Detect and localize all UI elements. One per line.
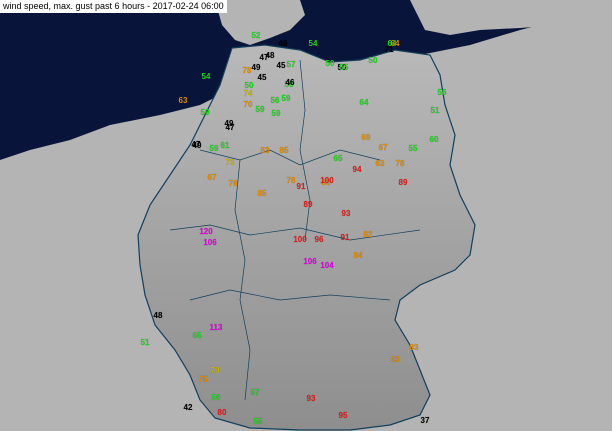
station-gust-value: 85 [258, 189, 267, 198]
station-gust-value: 69 [362, 133, 371, 142]
station-gust-value: 63 [179, 96, 188, 105]
station-gust-value: 59 [282, 94, 291, 103]
station-gust-value: 93 [307, 394, 316, 403]
station-gust-value: 70 [244, 100, 253, 109]
station-gust-value: 91 [297, 182, 306, 191]
station-gust-value: 74 [244, 89, 253, 98]
station-gust-value: 46 [279, 39, 288, 48]
station-gust-value: 50 [326, 59, 335, 68]
station-gust-value: 46 [286, 78, 295, 87]
station-gust-value: 89 [304, 200, 313, 209]
station-gust-value: 95 [339, 411, 348, 420]
station-gust-value: 73 [226, 158, 235, 167]
station-gust-value: 54 [309, 39, 318, 48]
station-gust-value: 51 [141, 338, 150, 347]
station-gust-value: 78 [243, 66, 252, 75]
station-gust-value: 37 [421, 416, 430, 425]
station-gust-value: 76 [229, 179, 238, 188]
station-gust-value: 61 [221, 141, 230, 150]
station-gust-value: 64 [391, 39, 400, 48]
station-gust-value: 63 [391, 355, 400, 364]
map-canvas: 64716446 54505052474549 504845597850 565754… [0, 0, 612, 431]
station-gust-value: 50 [369, 56, 378, 65]
station-gust-value: 45 [277, 61, 286, 70]
station-gust-value: 56 [271, 96, 280, 105]
station-gust-value: 83 [410, 343, 419, 352]
station-gust-value: 59 [256, 105, 265, 114]
station-gust-value: 91 [341, 233, 350, 242]
station-gust-value: 78 [287, 176, 296, 185]
station-gust-value: 96 [315, 235, 324, 244]
station-gust-value: 48 [266, 51, 275, 60]
station-gust-value: 94 [353, 165, 362, 174]
station-gust-value: 57 [251, 388, 260, 397]
station-gust-value: 93 [342, 209, 351, 218]
station-gust-value: 49 [252, 63, 261, 72]
station-gust-value: 82 [364, 230, 373, 239]
station-gust-value: 60 [430, 135, 439, 144]
station-gust-value: 120 [199, 227, 213, 236]
station-gust-value: 54 [202, 72, 211, 81]
station-gust-value: 56 [212, 393, 221, 402]
station-gust-value: 65 [193, 331, 202, 340]
wind-gust-map: 64 71 64 46 54 50 50 52 47 45 49 50 48 45 59 78 50 56 57 54… [0, 0, 612, 431]
station-gust-value: 52 [252, 31, 261, 40]
station-gust-value: 55 [409, 144, 418, 153]
station-gust-value: 75 [199, 375, 208, 384]
station-gust-value: 59 [210, 144, 219, 153]
station-gust-value: 63 [376, 159, 385, 168]
station-gust-value: 56 [438, 88, 447, 97]
station-gust-value: 57 [287, 60, 296, 69]
station-gust-value: 55 [340, 63, 349, 72]
station-gust-value: 45 [258, 73, 267, 82]
station-gust-value: 67 [208, 173, 217, 182]
station-gust-value: 67 [379, 143, 388, 152]
station-gust-value: 48 [154, 311, 163, 320]
station-gust-value: 70 [211, 366, 220, 375]
station-gust-value: 100 [320, 176, 334, 185]
station-gust-value: 85 [280, 146, 289, 155]
station-gust-value: 106 [303, 257, 317, 266]
station-gust-value: 59 [272, 109, 281, 118]
station-gust-value: 83 [261, 146, 270, 155]
station-gust-value: 104 [320, 261, 334, 270]
station-gust-value: 59 [201, 108, 210, 117]
map-title: wind speed, max. gust past 6 hours - 201… [0, 0, 227, 13]
station-gust-value: 113 [210, 323, 223, 332]
station-gust-value: 78 [396, 159, 405, 168]
station-gust-value: 47 [192, 140, 201, 149]
station-gust-value: 65 [334, 154, 343, 163]
station-gust-value: 64 [360, 98, 369, 107]
station-gust-value: 89 [399, 178, 408, 187]
station-gust-value: 84 [354, 251, 363, 260]
station-gust-value: 106 [203, 238, 217, 247]
station-gust-value: 55 [254, 417, 263, 426]
map-title-text: wind speed, max. gust past 6 hours - 201… [3, 1, 224, 11]
station-gust-value: 51 [431, 106, 440, 115]
station-gust-value: 49 [225, 119, 234, 128]
station-gust-value: 42 [184, 403, 193, 412]
station-gust-value: 80 [218, 408, 227, 417]
station-gust-value: 100 [293, 235, 307, 244]
